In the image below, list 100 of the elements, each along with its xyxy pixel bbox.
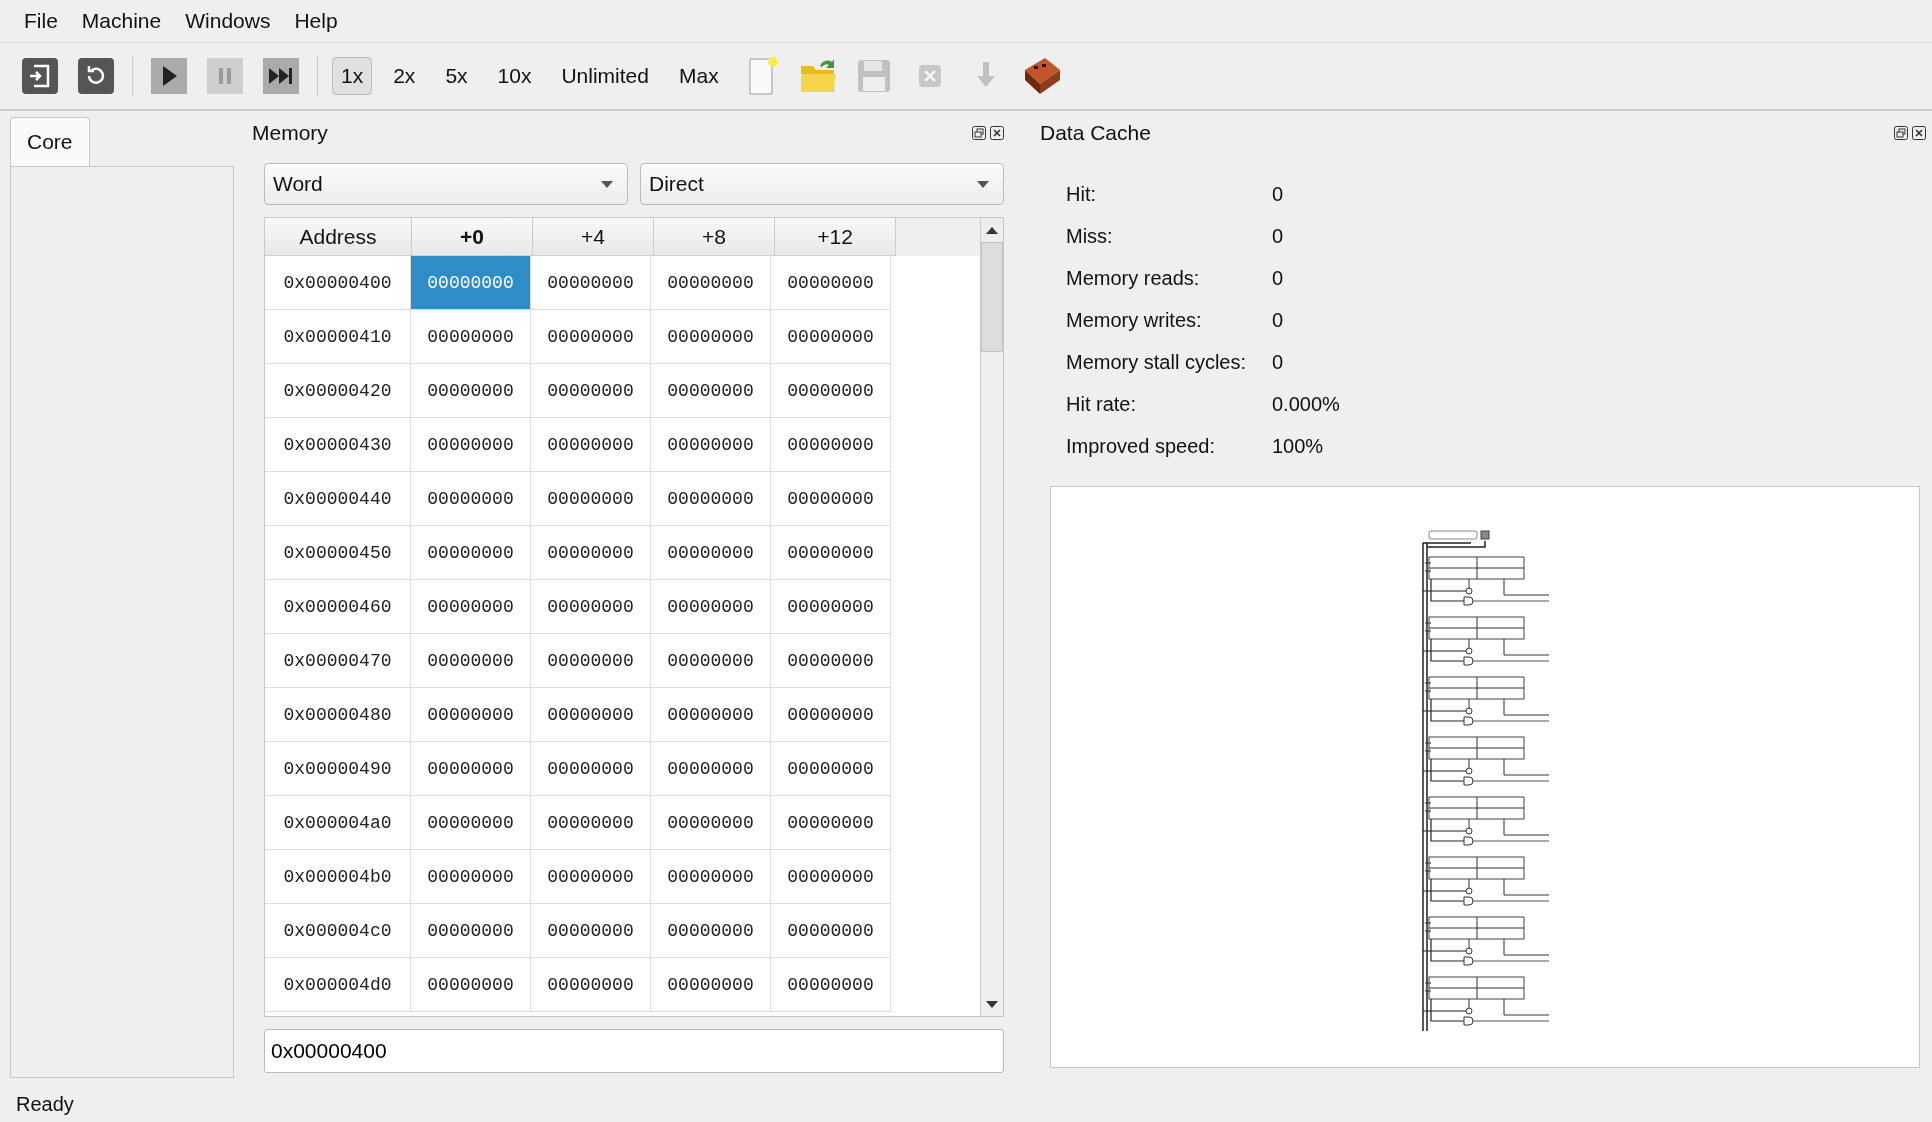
menu-item[interactable]: Help (282, 5, 350, 37)
column-header[interactable]: +4 (533, 218, 654, 256)
address-cell[interactable]: 0x000004c0 (265, 904, 411, 958)
table-cell[interactable]: 00000000 (531, 904, 651, 958)
table-cell[interactable]: 00000000 (531, 580, 651, 634)
scrollbar-thumb[interactable] (981, 242, 1003, 352)
table-cell[interactable]: 00000000 (411, 850, 531, 904)
column-header[interactable]: +12 (775, 218, 896, 256)
stat-label: Hit: (1066, 183, 1097, 206)
table-cell[interactable]: 00000000 (411, 256, 531, 310)
table-cell[interactable]: 00000000 (771, 580, 891, 634)
column-header[interactable]: +8 (654, 218, 775, 256)
column-header[interactable]: +0 (412, 218, 533, 256)
table-cell[interactable]: 00000000 (771, 742, 891, 796)
table-cell[interactable]: 00000000 (411, 580, 531, 634)
table-cell[interactable]: 00000000 (651, 850, 771, 904)
table-cell[interactable]: 00000000 (771, 526, 891, 580)
table-cell[interactable]: 00000000 (771, 472, 891, 526)
table-cell[interactable]: 00000000 (411, 796, 531, 850)
table-cell[interactable]: 00000000 (531, 796, 651, 850)
table-cell[interactable]: 00000000 (771, 688, 891, 742)
table-cell[interactable]: 00000000 (531, 742, 651, 796)
address-cell[interactable]: 0x00000470 (265, 634, 411, 688)
address-cell[interactable]: 0x00000440 (265, 472, 411, 526)
table-cell[interactable]: 00000000 (651, 418, 771, 472)
menu-item[interactable]: Machine (69, 5, 174, 37)
address-cell[interactable]: 0x00000420 (265, 364, 411, 418)
speed-button[interactable]: Max (669, 57, 728, 95)
down-arrow-icon[interactable] (986, 1000, 998, 1008)
table-cell[interactable]: 00000000 (411, 418, 531, 472)
table-cell[interactable]: 00000000 (531, 364, 651, 418)
speed-button[interactable]: 5x (436, 57, 477, 95)
table-cell[interactable]: 00000000 (651, 526, 771, 580)
table-cell[interactable]: 00000000 (771, 256, 891, 310)
stat-value: 0 (1272, 351, 1285, 374)
table-cell[interactable]: 00000000 (531, 850, 651, 904)
table-cell[interactable]: 00000000 (651, 580, 771, 634)
table-cell[interactable]: 00000000 (651, 472, 771, 526)
tab[interactable]: Core (10, 117, 90, 166)
table-cell[interactable]: 00000000 (411, 472, 531, 526)
table-cell[interactable]: 00000000 (651, 904, 771, 958)
address-cell[interactable]: 0x00000490 (265, 742, 411, 796)
address-cell[interactable]: 0x000004d0 (265, 958, 411, 1012)
table-cell[interactable]: 00000000 (651, 634, 771, 688)
table-cell[interactable]: 00000000 (651, 958, 771, 1012)
table-cell[interactable]: 00000000 (531, 526, 651, 580)
table-cell[interactable]: 00000000 (771, 904, 891, 958)
table-cell[interactable]: 00000000 (531, 958, 651, 1012)
table-cell[interactable]: 00000000 (771, 850, 891, 904)
close-icon[interactable] (1912, 126, 1926, 140)
close-icon[interactable] (990, 126, 1004, 140)
table-cell[interactable]: 00000000 (651, 796, 771, 850)
table-cell[interactable]: 00000000 (411, 634, 531, 688)
stat-label: Hit rate: (1066, 393, 1138, 416)
table-cell[interactable]: 00000000 (651, 364, 771, 418)
speed-button[interactable]: 1x (332, 57, 373, 95)
table-cell[interactable]: 00000000 (771, 310, 891, 364)
table-cell[interactable]: 00000000 (411, 904, 531, 958)
table-cell[interactable]: 00000000 (651, 742, 771, 796)
table-cell[interactable]: 00000000 (411, 742, 531, 796)
unit-dropdown[interactable]: Word (264, 163, 628, 205)
speed-button[interactable]: 2x (384, 57, 425, 95)
address-cell[interactable]: 0x00000480 (265, 688, 411, 742)
address-cell[interactable]: 0x000004a0 (265, 796, 411, 850)
table-cell[interactable]: 00000000 (771, 796, 891, 850)
table-cell[interactable]: 00000000 (411, 364, 531, 418)
float-icon[interactable] (972, 126, 986, 140)
table-cell[interactable]: 00000000 (651, 310, 771, 364)
table-cell[interactable]: 00000000 (531, 310, 651, 364)
menu-item[interactable]: File (12, 5, 70, 37)
up-arrow-icon[interactable] (986, 226, 998, 234)
table-cell[interactable]: 00000000 (771, 418, 891, 472)
table-cell[interactable]: 00000000 (531, 418, 651, 472)
table-cell[interactable]: 00000000 (771, 958, 891, 1012)
table-cell[interactable]: 00000000 (531, 472, 651, 526)
address-cell[interactable]: 0x00000450 (265, 526, 411, 580)
mode-dropdown[interactable]: Direct (640, 163, 1004, 205)
address-cell[interactable]: 0x00000460 (265, 580, 411, 634)
table-cell[interactable]: 00000000 (531, 256, 651, 310)
address-cell[interactable]: 0x000004b0 (265, 850, 411, 904)
table-cell[interactable]: 00000000 (411, 688, 531, 742)
table-cell[interactable]: 00000000 (411, 310, 531, 364)
speed-button[interactable]: 10x (488, 57, 541, 95)
address-cell[interactable]: 0x00000410 (265, 310, 411, 364)
table-cell[interactable]: 00000000 (411, 958, 531, 1012)
table-cell[interactable]: 00000000 (531, 634, 651, 688)
float-icon[interactable] (1894, 126, 1908, 140)
address-cell[interactable]: 0x00000430 (265, 418, 411, 472)
table-cell[interactable]: 00000000 (411, 526, 531, 580)
address-field[interactable]: 0x00000400 (264, 1029, 1004, 1073)
column-header[interactable]: Address (265, 218, 412, 256)
menu-item[interactable]: Windows (173, 5, 283, 37)
table-cell[interactable]: 00000000 (651, 256, 771, 310)
status-text: Ready (15, 1091, 75, 1117)
table-cell[interactable]: 00000000 (531, 688, 651, 742)
speed-button[interactable]: Unlimited (552, 57, 658, 95)
table-cell[interactable]: 00000000 (771, 364, 891, 418)
scrollbar[interactable] (980, 218, 1003, 1016)
table-cell[interactable]: 00000000 (771, 634, 891, 688)
table-cell[interactable]: 00000000 (651, 688, 771, 742)
